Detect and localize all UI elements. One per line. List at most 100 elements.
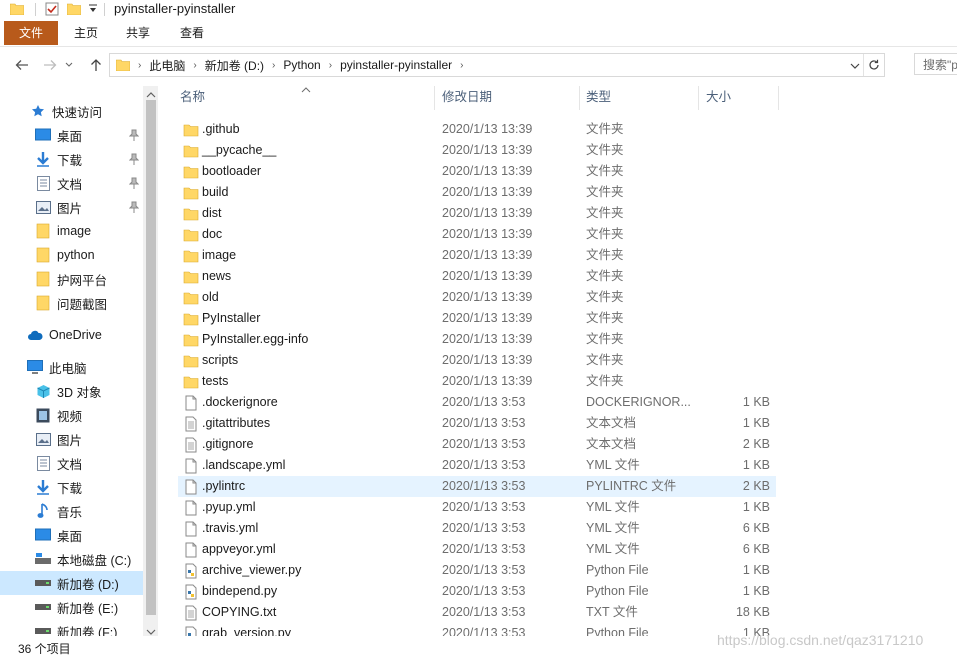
- file-row[interactable]: bootloader 2020/1/13 13:39 文件夹: [178, 161, 776, 182]
- nav-item-pictures[interactable]: 图片: [0, 195, 143, 219]
- document-icon: [35, 455, 51, 471]
- column-header-name[interactable]: 名称: [172, 86, 434, 110]
- file-date: 2020/1/13 3:53: [442, 521, 526, 535]
- file-row[interactable]: build 2020/1/13 13:39 文件夹: [178, 182, 776, 203]
- properties-icon[interactable]: [44, 1, 60, 17]
- breadcrumb-this-pc[interactable]: 此电脑: [143, 57, 191, 74]
- column-header-size[interactable]: 大小: [698, 86, 778, 110]
- nav-item-documents[interactable]: 文档: [0, 171, 143, 195]
- back-arrow-icon[interactable]: [12, 55, 32, 75]
- file-name: .gitattributes: [202, 416, 271, 430]
- file-date: 2020/1/13 13:39: [442, 164, 533, 178]
- scroll-up-icon[interactable]: [146, 88, 156, 102]
- nav-pc-drive-c[interactable]: 本地磁盘 (C:): [0, 547, 143, 571]
- breadcrumb-current[interactable]: pyinstaller-pyinstaller: [334, 58, 458, 72]
- breadcrumb-chevron-icon[interactable]: ›: [136, 60, 143, 71]
- file-row[interactable]: .landscape.yml 2020/1/13 3:53 YML 文件 1 KB: [178, 455, 776, 476]
- breadcrumb-chevron-icon[interactable]: ›: [191, 60, 198, 71]
- file-row[interactable]: __pycache__ 2020/1/13 13:39 文件夹: [178, 140, 776, 161]
- nav-label: 音乐: [57, 505, 83, 520]
- nav-label: 3D 对象: [57, 385, 102, 400]
- nav-folder-image[interactable]: image: [0, 219, 143, 243]
- breadcrumb-chevron-icon[interactable]: ›: [327, 60, 334, 71]
- file-row[interactable]: tests 2020/1/13 13:39 文件夹: [178, 371, 776, 392]
- nav-pc-desktop[interactable]: 桌面: [0, 523, 143, 547]
- file-size: 6 KB: [742, 542, 770, 556]
- scroll-down-icon[interactable]: [146, 625, 156, 636]
- system-drive-icon: [35, 551, 51, 567]
- tab-home[interactable]: 主页: [64, 21, 108, 45]
- file-name: PyInstaller.egg-info: [202, 332, 309, 346]
- file-row[interactable]: news 2020/1/13 13:39 文件夹: [178, 266, 776, 287]
- breadcrumb-chevron-icon[interactable]: ›: [458, 60, 465, 71]
- file-row[interactable]: appveyor.yml 2020/1/13 3:53 YML 文件 6 KB: [178, 539, 776, 560]
- nav-pc-documents[interactable]: 文档: [0, 451, 143, 475]
- nav-pc-drive-d[interactable]: 新加卷 (D:): [0, 571, 143, 595]
- file-type: 文本文档: [586, 437, 637, 451]
- pin-icon[interactable]: [129, 129, 139, 141]
- nav-folder-hw[interactable]: 护网平台: [0, 267, 143, 291]
- address-bar[interactable]: › 此电脑 › 新加卷 (D:) › Python › pyinstaller-…: [109, 53, 885, 77]
- nav-pc-3d-objects[interactable]: 3D 对象: [0, 379, 143, 403]
- cloud-icon: [27, 327, 43, 343]
- file-row[interactable]: dist 2020/1/13 13:39 文件夹: [178, 203, 776, 224]
- pin-icon[interactable]: [129, 177, 139, 189]
- file-row[interactable]: .gitattributes 2020/1/13 3:53 文本文档 1 KB: [178, 413, 776, 434]
- nav-label: 图片: [57, 433, 83, 448]
- file-row[interactable]: .travis.yml 2020/1/13 3:53 YML 文件 6 KB: [178, 518, 776, 539]
- new-folder-icon[interactable]: [67, 1, 81, 17]
- file-date: 2020/1/13 13:39: [442, 185, 533, 199]
- pin-icon[interactable]: [129, 153, 139, 165]
- nav-item-desktop[interactable]: 桌面: [0, 123, 143, 147]
- breadcrumb-chevron-icon[interactable]: ›: [270, 60, 277, 71]
- file-row[interactable]: .dockerignore 2020/1/13 3:53 DOCKERIGNOR..…: [178, 392, 776, 413]
- nav-folder-screenshots[interactable]: 问题截图: [0, 291, 143, 315]
- nav-folder-python[interactable]: python: [0, 243, 143, 267]
- tab-file[interactable]: 文件: [4, 21, 58, 45]
- nav-pc-music[interactable]: 音乐: [0, 499, 143, 523]
- file-row[interactable]: doc 2020/1/13 13:39 文件夹: [178, 224, 776, 245]
- file-row[interactable]: archive_viewer.py 2020/1/13 3:53 Python Fi…: [178, 560, 776, 581]
- file-type: TXT 文件: [586, 605, 638, 619]
- nav-pc-drive-f[interactable]: 新加卷 (F:): [0, 619, 143, 636]
- nav-onedrive[interactable]: OneDrive: [0, 323, 143, 347]
- file-row[interactable]: image 2020/1/13 13:39 文件夹: [178, 245, 776, 266]
- file-row[interactable]: .github 2020/1/13 13:39 文件夹: [178, 119, 776, 140]
- tab-view[interactable]: 查看: [170, 21, 214, 45]
- nav-this-pc[interactable]: 此电脑: [0, 355, 143, 379]
- pin-icon[interactable]: [129, 201, 139, 213]
- nav-quick-access[interactable]: 快速访问: [0, 99, 143, 123]
- breadcrumb-python[interactable]: Python: [277, 58, 326, 72]
- nav-pc-pictures[interactable]: 图片: [0, 427, 143, 451]
- customize-toolbar-icon[interactable]: [88, 1, 98, 17]
- refresh-icon[interactable]: [863, 54, 884, 76]
- file-row[interactable]: bindepend.py 2020/1/13 3:53 Python File 1 K…: [178, 581, 776, 602]
- search-input[interactable]: 搜索"p: [914, 53, 957, 75]
- address-dropdown-icon[interactable]: [850, 59, 860, 73]
- file-row[interactable]: .pylintrc 2020/1/13 3:53 PYLINTRC 文件 2 KB: [178, 476, 776, 497]
- up-arrow-icon[interactable]: [86, 55, 106, 75]
- file-row[interactable]: old 2020/1/13 13:39 文件夹: [178, 287, 776, 308]
- file-row[interactable]: grab_version.py 2020/1/13 3:53 Python File…: [178, 623, 776, 636]
- nav-pc-videos[interactable]: 视频: [0, 403, 143, 427]
- recent-locations-icon[interactable]: [62, 55, 76, 75]
- forward-arrow-icon[interactable]: [40, 55, 60, 75]
- nav-item-downloads[interactable]: 下载: [0, 147, 143, 171]
- file-row[interactable]: .pyup.yml 2020/1/13 3:53 YML 文件 1 KB: [178, 497, 776, 518]
- breadcrumb-drive-d[interactable]: 新加卷 (D:): [199, 57, 270, 74]
- column-header-date[interactable]: 修改日期: [434, 86, 579, 110]
- tab-share[interactable]: 共享: [116, 21, 160, 45]
- nav-scrollbar-thumb[interactable]: [146, 100, 156, 615]
- column-header-type[interactable]: 类型: [578, 86, 698, 110]
- file-row[interactable]: PyInstaller.egg-info 2020/1/13 13:39 文件夹: [178, 329, 776, 350]
- file-type: 文件夹: [586, 164, 624, 178]
- file-date: 2020/1/13 13:39: [442, 122, 533, 136]
- file-row[interactable]: scripts 2020/1/13 13:39 文件夹: [178, 350, 776, 371]
- file-name: COPYING.txt: [202, 605, 277, 619]
- file-row[interactable]: PyInstaller 2020/1/13 13:39 文件夹: [178, 308, 776, 329]
- nav-pc-drive-e[interactable]: 新加卷 (E:): [0, 595, 143, 619]
- nav-pc-downloads[interactable]: 下载: [0, 475, 143, 499]
- file-row[interactable]: .gitignore 2020/1/13 3:53 文本文档 2 KB: [178, 434, 776, 455]
- file-size: 1 KB: [742, 584, 770, 598]
- file-row[interactable]: COPYING.txt 2020/1/13 3:53 TXT 文件 18 KB: [178, 602, 776, 623]
